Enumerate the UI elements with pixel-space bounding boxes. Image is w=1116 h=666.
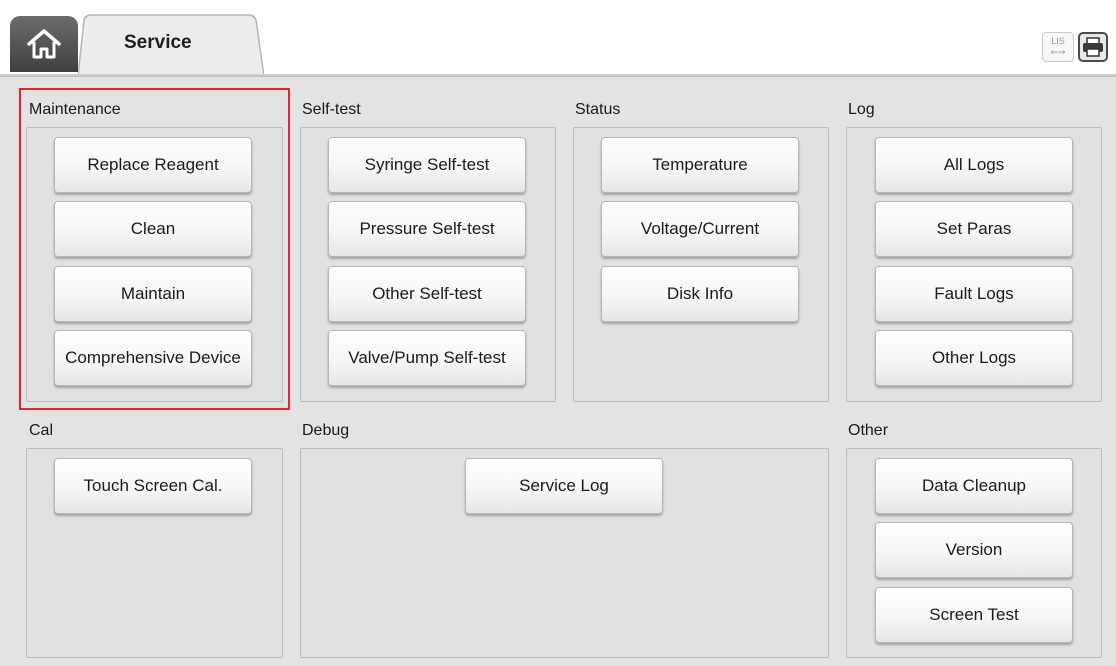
lis-icon-label: LIS: [1051, 36, 1065, 46]
log-title: Log: [848, 101, 875, 118]
tab-service-label: Service: [124, 32, 192, 53]
other-title: Other: [848, 422, 889, 439]
cal-title: Cal: [29, 422, 54, 439]
debug-title: Debug: [302, 422, 350, 439]
home-icon: [27, 29, 61, 59]
pressure-selftest-button[interactable]: Pressure Self-test: [328, 201, 526, 257]
version-button[interactable]: Version: [875, 522, 1073, 578]
voltage-current-button[interactable]: Voltage/Current: [601, 201, 799, 257]
print-icon[interactable]: [1078, 32, 1108, 62]
tab-service[interactable]: Service: [78, 14, 264, 76]
maintain-button[interactable]: Maintain: [54, 266, 252, 322]
other-selftest-button[interactable]: Other Self-test: [328, 266, 526, 322]
lis-icon[interactable]: LIS ⇐⇒: [1042, 32, 1074, 62]
temperature-button[interactable]: Temperature: [601, 137, 799, 193]
status-title: Status: [575, 101, 621, 118]
syringe-selftest-button[interactable]: Syringe Self-test: [328, 137, 526, 193]
home-button[interactable]: [10, 16, 78, 72]
clean-button[interactable]: Clean: [54, 201, 252, 257]
printer-glyph: [1083, 37, 1103, 57]
data-cleanup-button[interactable]: Data Cleanup: [875, 458, 1073, 514]
selftest-title: Self-test: [302, 101, 361, 118]
touch-screen-cal-button[interactable]: Touch Screen Cal.: [54, 458, 252, 514]
lis-icon-arrows: ⇐⇒: [1050, 47, 1066, 57]
comprehensive-device-button[interactable]: Comprehensive Device: [54, 330, 252, 386]
service-log-button[interactable]: Service Log: [465, 458, 663, 514]
other-logs-button[interactable]: Other Logs: [875, 330, 1073, 386]
maintenance-title: Maintenance: [29, 101, 121, 118]
screen-test-button[interactable]: Screen Test: [875, 587, 1073, 643]
replace-reagent-button[interactable]: Replace Reagent: [54, 137, 252, 193]
valve-pump-selftest-button[interactable]: Valve/Pump Self-test: [328, 330, 526, 386]
top-bar: Service LIS ⇐⇒: [0, 0, 1116, 77]
all-logs-button[interactable]: All Logs: [875, 137, 1073, 193]
set-paras-button[interactable]: Set Paras: [875, 201, 1073, 257]
disk-info-button[interactable]: Disk Info: [601, 266, 799, 322]
fault-logs-button[interactable]: Fault Logs: [875, 266, 1073, 322]
